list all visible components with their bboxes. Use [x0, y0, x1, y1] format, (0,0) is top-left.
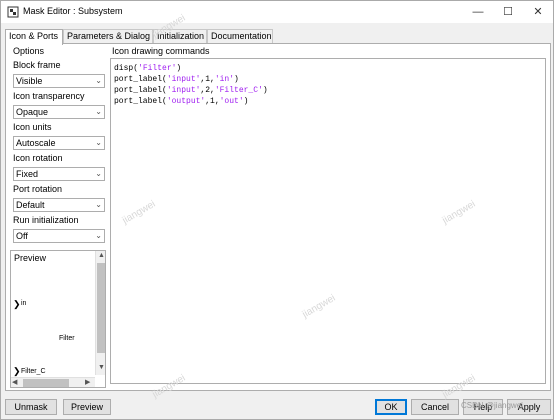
icon-transparency-label: Icon transparency: [13, 91, 85, 101]
icon-rotation-label: Icon rotation: [13, 153, 63, 163]
block-frame-select[interactable]: Visible ⌄: [13, 74, 105, 88]
close-button[interactable]: ✕: [523, 1, 553, 23]
maximize-button[interactable]: ☐: [493, 1, 523, 23]
simulink-icon: [7, 6, 19, 18]
code-line: port_label('output',1,'out'): [114, 97, 249, 106]
icon-rotation-value: Fixed: [16, 169, 39, 179]
code-line: port_label('input',1,'in'): [114, 75, 239, 84]
icon-units-label: Icon units: [13, 122, 52, 132]
scroll-up-icon[interactable]: ▲: [98, 251, 105, 261]
port-rotation-label: Port rotation: [13, 184, 63, 194]
port-rotation-select[interactable]: Default ⌄: [13, 198, 105, 212]
chevron-down-icon: ⌄: [95, 231, 102, 240]
preview-port-filter-c: Filter_C: [21, 368, 46, 375]
preview-vertical-thumb[interactable]: [97, 263, 105, 353]
scroll-down-icon[interactable]: ▼: [98, 363, 105, 373]
help-button[interactable]: Help: [463, 399, 503, 415]
preview-frame: Preview ❯ in Filter ❯ Filter_C ▲ ▼ ◀ ▶: [10, 250, 106, 388]
chevron-down-icon: ⌄: [95, 200, 102, 209]
chevron-down-icon: ⌄: [95, 107, 102, 116]
mask-editor-window: Mask Editor : Subsystem — ☐ ✕ Icon & Por…: [0, 0, 554, 420]
options-title: Options: [13, 46, 45, 56]
scroll-left-icon[interactable]: ◀: [12, 378, 17, 388]
preview-vertical-scrollbar[interactable]: ▲ ▼: [95, 251, 105, 375]
port-rotation-value: Default: [16, 200, 45, 210]
block-frame-label: Block frame: [13, 60, 61, 70]
tab-parameters-dialog[interactable]: Parameters & Dialog: [63, 29, 153, 44]
drawing-commands-editor[interactable]: disp('Filter') port_label('input',1,'in'…: [110, 58, 546, 384]
icon-transparency-select[interactable]: Opaque ⌄: [13, 105, 105, 119]
window-title: Mask Editor : Subsystem: [23, 6, 123, 16]
minimize-button[interactable]: —: [463, 1, 493, 23]
tab-icon-ports[interactable]: Icon & Ports: [5, 29, 63, 45]
icon-rotation-select[interactable]: Fixed ⌄: [13, 167, 105, 181]
preview-canvas: ❯ in Filter ❯ Filter_C: [13, 265, 95, 376]
chevron-down-icon: ⌄: [95, 76, 102, 85]
code-line: disp('Filter'): [114, 64, 182, 73]
icon-units-select[interactable]: Autoscale ⌄: [13, 136, 105, 150]
tab-initialization[interactable]: Initialization: [153, 29, 207, 44]
apply-button[interactable]: Apply: [507, 399, 551, 415]
preview-horizontal-thumb[interactable]: [23, 379, 69, 387]
run-initialization-label: Run initialization: [13, 215, 79, 225]
unmask-button[interactable]: Unmask: [5, 399, 57, 415]
code-line: port_label('input',2,'Filter_C'): [114, 86, 268, 95]
port-arrow-icon: ❯: [13, 299, 21, 309]
preview-title: Preview: [14, 253, 47, 263]
cancel-button[interactable]: Cancel: [411, 399, 459, 415]
port-arrow-icon: ❯: [13, 366, 21, 376]
block-frame-value: Visible: [16, 76, 43, 86]
chevron-down-icon: ⌄: [95, 169, 102, 178]
icon-units-value: Autoscale: [16, 138, 56, 148]
tab-documentation[interactable]: Documentation: [207, 29, 273, 44]
chevron-down-icon: ⌄: [95, 138, 102, 147]
title-bar: Mask Editor : Subsystem — ☐ ✕: [1, 1, 553, 23]
icon-ports-panel: Options Block frame Visible ⌄ Icon trans…: [5, 43, 551, 391]
run-initialization-value: Off: [16, 231, 28, 241]
preview-horizontal-scrollbar[interactable]: ◀ ▶: [11, 377, 95, 387]
drawing-commands-title: Icon drawing commands: [112, 46, 210, 56]
icon-transparency-value: Opaque: [16, 107, 49, 117]
scroll-right-icon[interactable]: ▶: [85, 378, 90, 388]
preview-port-in: in: [21, 300, 27, 307]
preview-button[interactable]: Preview: [63, 399, 111, 415]
run-initialization-select[interactable]: Off ⌄: [13, 229, 105, 243]
preview-block-name: Filter: [59, 335, 75, 342]
drawing-commands-group: Icon drawing commands disp('Filter') por…: [108, 46, 548, 388]
ok-button[interactable]: OK: [375, 399, 407, 415]
